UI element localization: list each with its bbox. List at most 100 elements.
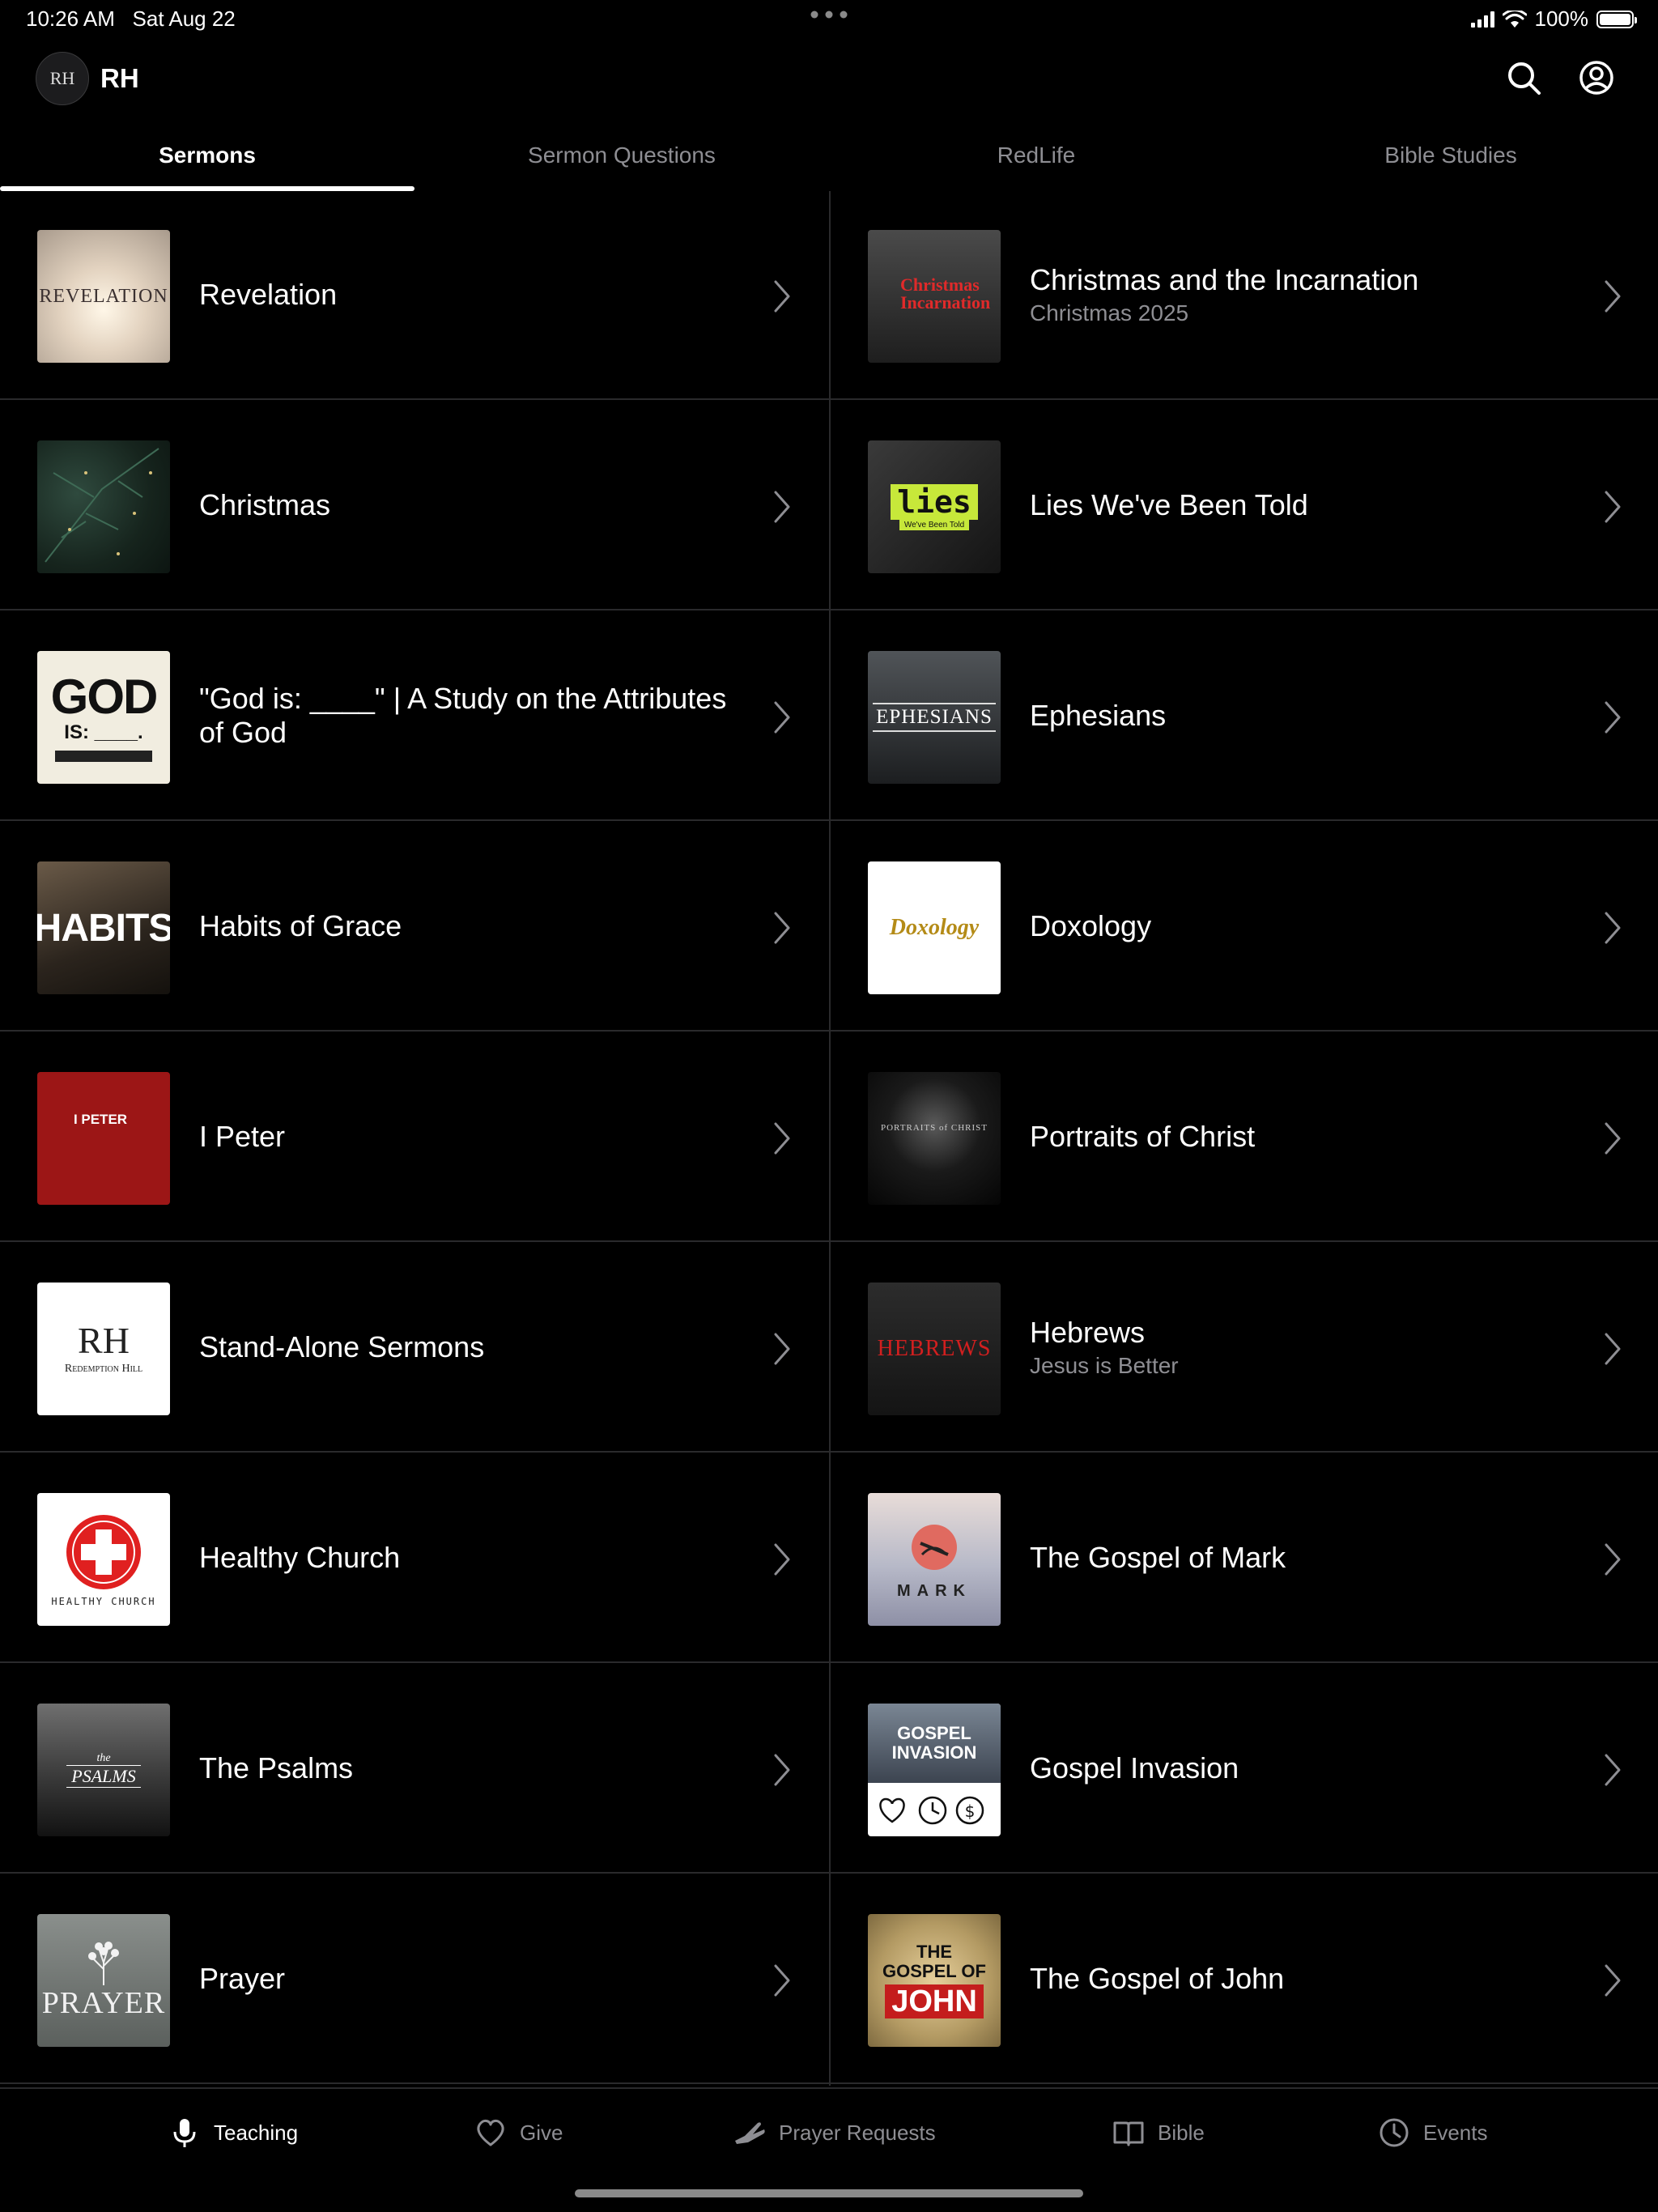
- series-title: Christmas: [199, 488, 331, 521]
- series-title: Hebrews: [1030, 1316, 1146, 1349]
- series-title: Ephesians: [1030, 699, 1167, 732]
- chevron-right-icon: [1605, 1333, 1621, 1365]
- chevron-right-icon: [1605, 280, 1621, 313]
- chevron-right-icon: [774, 1754, 790, 1786]
- status-right: 100%: [1470, 6, 1637, 32]
- cellular-signal-icon: [1470, 11, 1494, 28]
- series-title: Healthy Church: [199, 1541, 401, 1574]
- app-title: RH: [100, 63, 139, 93]
- praying-hands-icon: [735, 2122, 765, 2144]
- tabbar-events[interactable]: Events: [1378, 2108, 1488, 2157]
- series-item-habits[interactable]: HABITS Habits of Grace: [0, 823, 829, 1032]
- chevron-right-icon: [1605, 912, 1621, 944]
- series-title: Revelation: [199, 278, 338, 311]
- segment-tabs: Sermons Sermon Questions RedLife Bible S…: [0, 121, 1658, 191]
- series-artwork: HEBREWS: [868, 1283, 1001, 1415]
- multitasking-dots-icon[interactable]: [810, 10, 848, 19]
- series-item-prayer[interactable]: PRAYER Prayer: [0, 1875, 829, 2084]
- chevron-right-icon: [1605, 1964, 1621, 1997]
- app-header: RH RH: [0, 47, 1658, 112]
- chevron-right-icon: [1605, 491, 1621, 523]
- series-item-gospel-john[interactable]: THE GOSPEL OF JOHN The Gospel of John: [831, 1875, 1658, 2084]
- tab-sermons[interactable]: Sermons: [0, 121, 414, 191]
- series-title: Gospel Invasion: [1030, 1751, 1239, 1784]
- series-title: "God is: ____" | A Study on the Attribut…: [199, 682, 727, 749]
- chevron-right-icon: [774, 1333, 790, 1365]
- series-artwork: Christmas Incarnation: [868, 230, 1001, 363]
- series-artwork: RH Redemption Hill: [37, 1283, 170, 1415]
- book-icon: [1113, 2121, 1144, 2146]
- tabbar-teaching[interactable]: Teaching: [168, 2108, 298, 2157]
- chevron-right-icon: [1605, 701, 1621, 734]
- tab-sermon-questions[interactable]: Sermon Questions: [414, 121, 829, 191]
- series-title: Habits of Grace: [199, 909, 402, 942]
- series-item-psalms[interactable]: the PSALMS The Psalms: [0, 1665, 829, 1874]
- series-title: I Peter: [199, 1120, 286, 1153]
- chevron-right-icon: [1605, 1543, 1621, 1576]
- chevron-right-icon: [774, 912, 790, 944]
- series-artwork: GOSPEL INVASION $: [868, 1704, 1001, 1836]
- series-title: Stand-Alone Sermons: [199, 1330, 485, 1363]
- tabbar-bible[interactable]: Bible: [1112, 2108, 1205, 2157]
- series-title: The Psalms: [199, 1751, 354, 1784]
- series-item-healthy-church[interactable]: HEALTHY CHURCH Healthy Church: [0, 1454, 829, 1663]
- series-artwork: I PETER: [37, 1072, 170, 1205]
- series-artwork: HABITS: [37, 861, 170, 994]
- series-title: Prayer: [199, 1962, 286, 1995]
- tabbar-prayer-requests[interactable]: Prayer Requests: [733, 2108, 936, 2157]
- svg-text:$: $: [965, 1802, 976, 1821]
- series-item-god-is[interactable]: GOD IS: ____. "God is: ____" | A Study o…: [0, 612, 829, 821]
- sermon-series-grid: REVELATION Revelation Christmas Incarnat…: [0, 191, 1658, 2086]
- chevron-right-icon: [1605, 1754, 1621, 1786]
- series-artwork: Doxology: [868, 861, 1001, 994]
- series-item-doxology[interactable]: Doxology Doxology: [831, 823, 1658, 1032]
- home-indicator[interactable]: [575, 2189, 1083, 2197]
- battery-icon: [1596, 10, 1637, 28]
- chevron-right-icon: [774, 280, 790, 313]
- tab-redlife[interactable]: RedLife: [829, 121, 1244, 191]
- series-artwork: MARK: [868, 1493, 1001, 1626]
- chevron-right-icon: [774, 701, 790, 734]
- chevron-right-icon: [774, 491, 790, 523]
- series-item-christmas[interactable]: Christmas: [0, 402, 829, 610]
- series-item-lies[interactable]: lies We've Been Told Lies We've Been Tol…: [831, 402, 1658, 610]
- series-title: Christmas and the Incarnation: [1030, 263, 1419, 296]
- series-title: Portraits of Christ: [1030, 1120, 1256, 1153]
- series-subtitle: Jesus is Better: [1030, 1353, 1179, 1378]
- bottom-tab-bar: Teaching Give Prayer Requests Bible Even…: [0, 2087, 1658, 2196]
- series-artwork: THE GOSPEL OF JOHN: [868, 1914, 1001, 2047]
- series-title: The Gospel of John: [1030, 1962, 1285, 1995]
- chevron-right-icon: [774, 1964, 790, 1997]
- chevron-right-icon: [1605, 1122, 1621, 1155]
- series-item-stand-alone[interactable]: RH Redemption Hill Stand-Alone Sermons: [0, 1244, 829, 1453]
- series-subtitle: Christmas 2025: [1030, 300, 1189, 325]
- series-title: Lies We've Been Told: [1030, 488, 1308, 521]
- series-item-revelation[interactable]: REVELATION Revelation: [0, 191, 829, 400]
- search-icon[interactable]: [1504, 58, 1543, 97]
- status-time: 10:26 AM Sat Aug 22: [26, 6, 236, 31]
- microphone-icon: [173, 2119, 196, 2147]
- series-artwork: EPHESIANS: [868, 651, 1001, 784]
- series-artwork: REVELATION: [37, 230, 170, 363]
- series-artwork: the PSALMS: [37, 1704, 170, 1836]
- series-title: Doxology: [1030, 909, 1152, 942]
- series-item-gospel-invasion[interactable]: GOSPEL INVASION $ Gospel Invasion: [831, 1665, 1658, 1874]
- series-item-christmas-incarnation[interactable]: Christmas Incarnation Christmas and the …: [831, 191, 1658, 400]
- series-item-ephesians[interactable]: EPHESIANS Ephesians: [831, 612, 1658, 821]
- status-bar: 10:26 AM Sat Aug 22 100%: [0, 0, 1658, 39]
- series-artwork: HEALTHY CHURCH: [37, 1493, 170, 1626]
- battery-percent: 100%: [1534, 6, 1589, 31]
- series-artwork: [37, 440, 170, 573]
- series-title: The Gospel of Mark: [1030, 1541, 1286, 1574]
- series-item-i-peter[interactable]: I PETER I Peter: [0, 1033, 829, 1242]
- wifi-icon: [1502, 10, 1527, 28]
- account-icon[interactable]: [1577, 58, 1616, 97]
- series-item-portraits[interactable]: PORTRAITS of CHRIST Portraits of Christ: [831, 1033, 1658, 1242]
- series-item-gospel-mark[interactable]: MARK The Gospel of Mark: [831, 1454, 1658, 1663]
- chevron-right-icon: [774, 1543, 790, 1576]
- app-logo[interactable]: RH: [36, 52, 89, 105]
- tabbar-give[interactable]: Give: [474, 2108, 563, 2157]
- series-artwork: PORTRAITS of CHRIST: [868, 1072, 1001, 1205]
- tab-bible-studies[interactable]: Bible Studies: [1244, 121, 1658, 191]
- series-item-hebrews[interactable]: HEBREWS Hebrews Jesus is Better: [831, 1244, 1658, 1453]
